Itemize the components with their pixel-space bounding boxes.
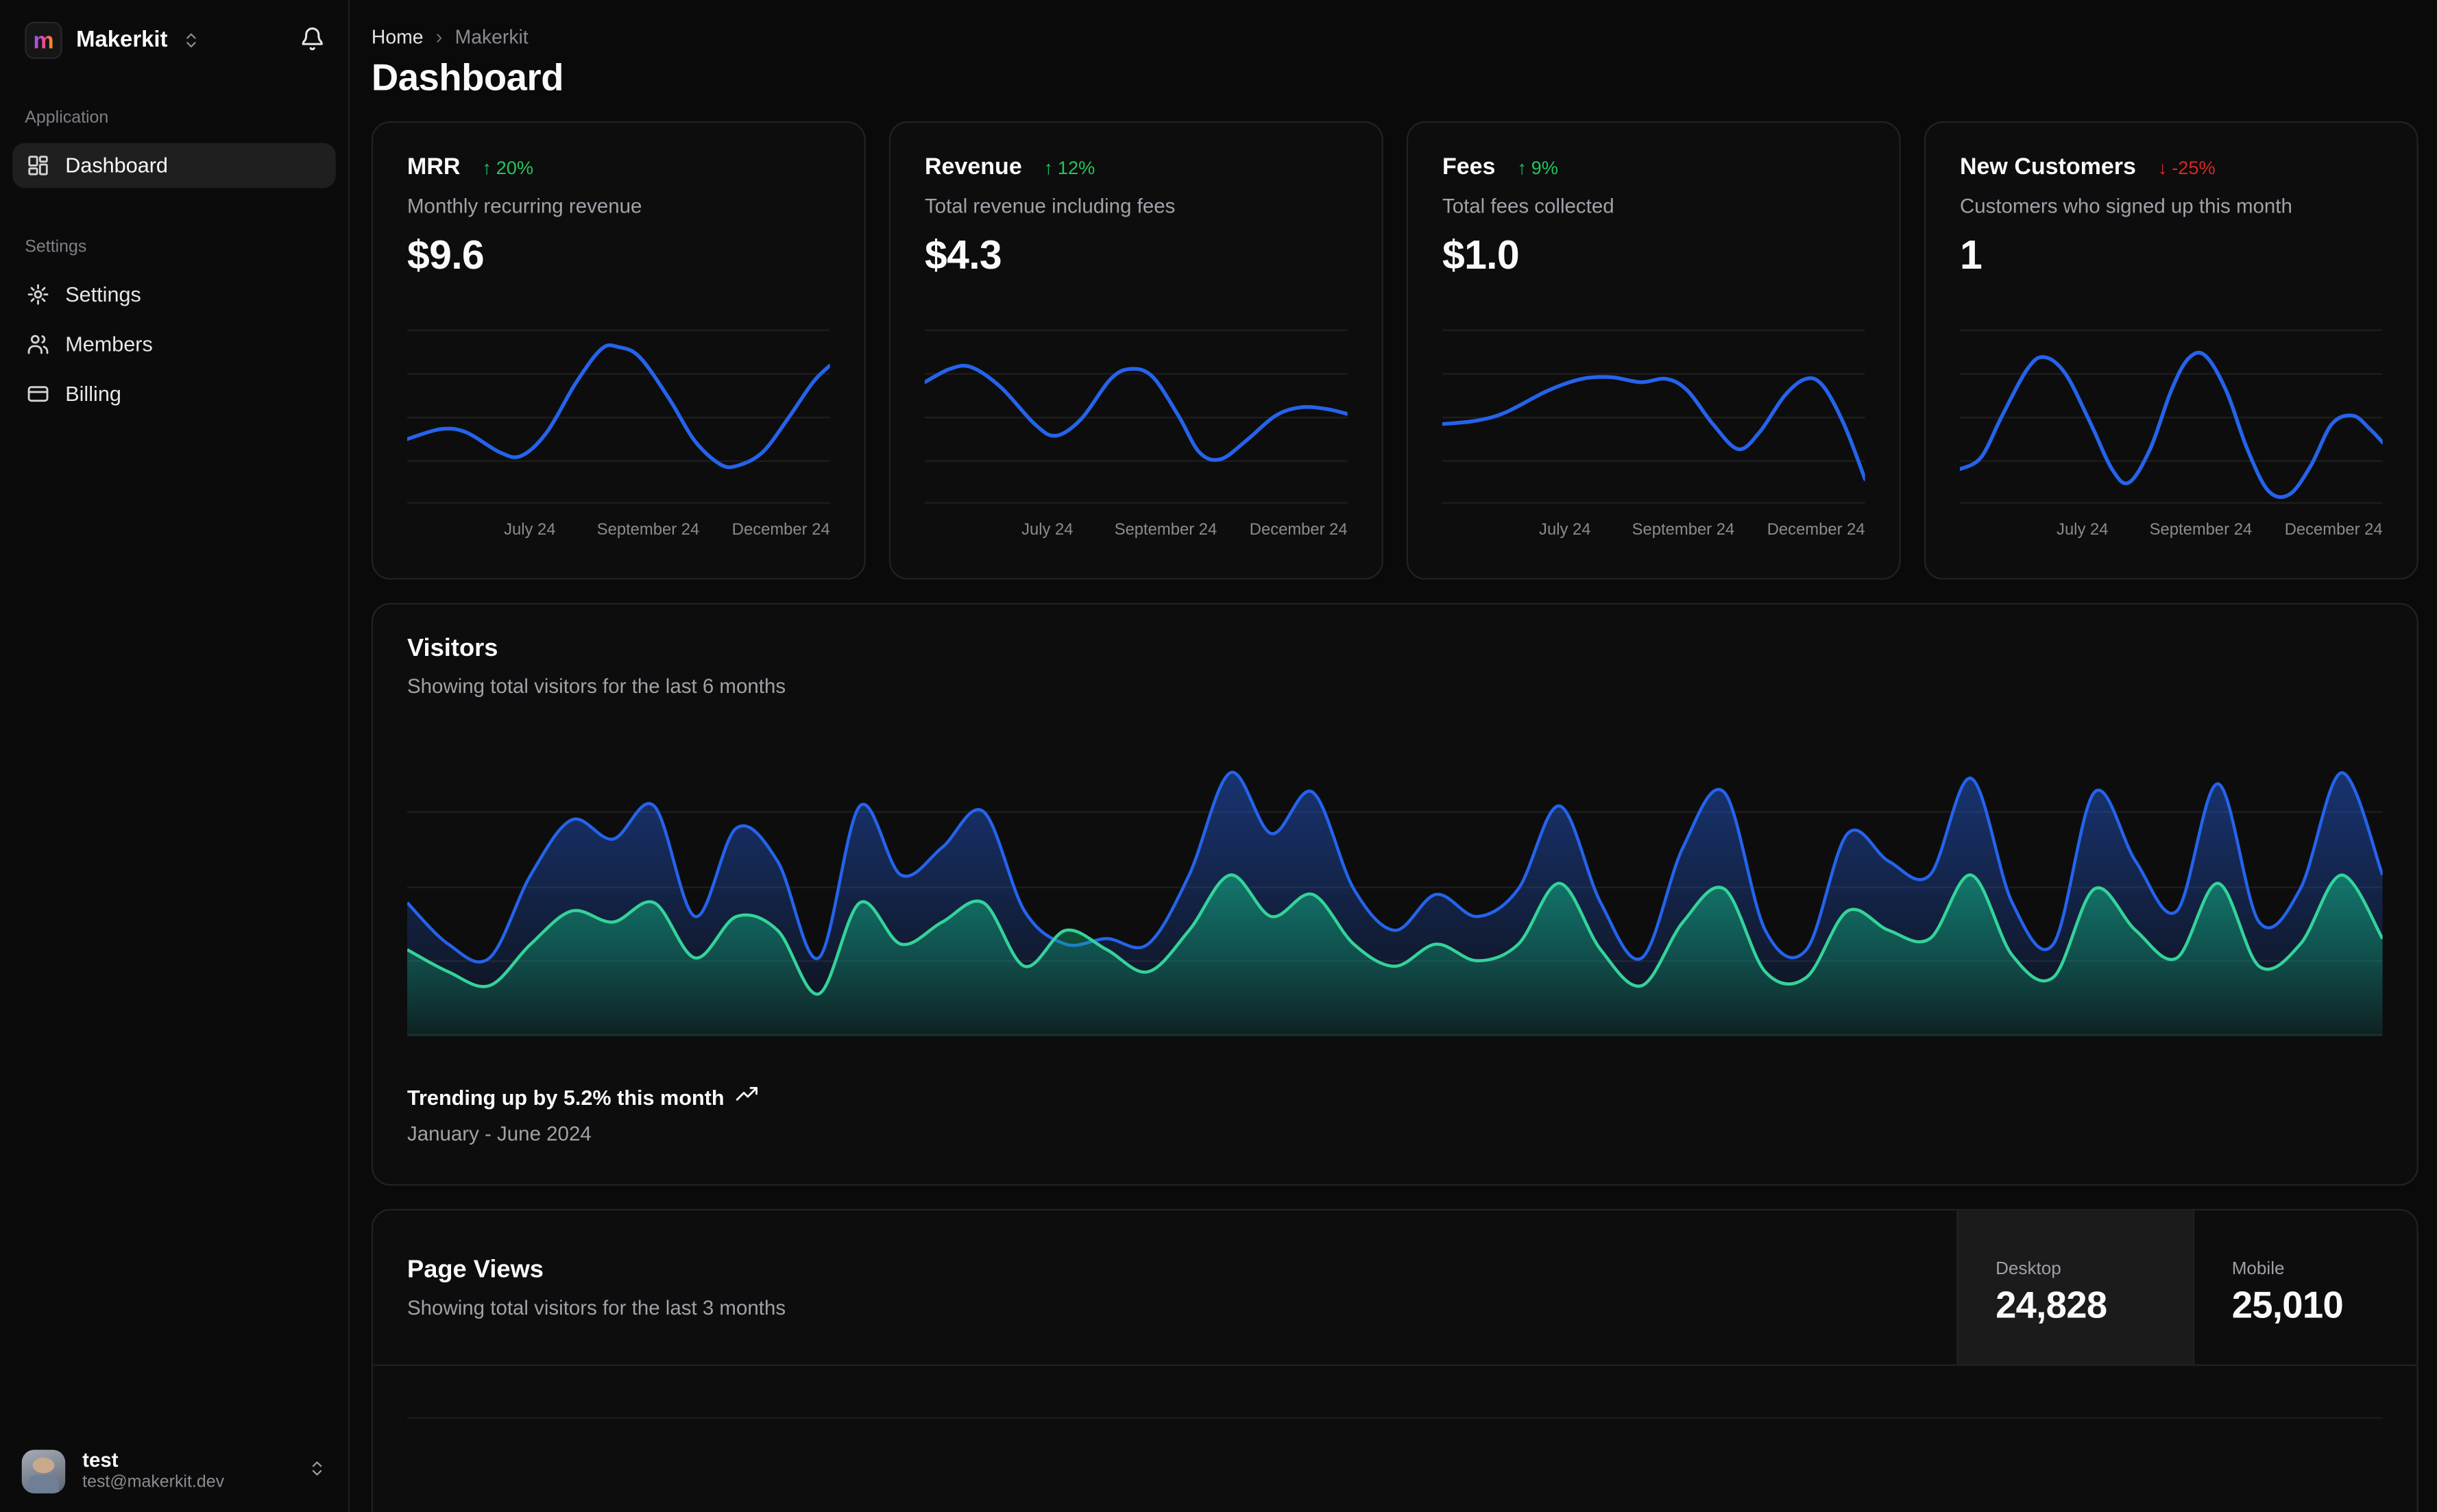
sparkline-chart: July 24 September 24 December 24 xyxy=(1442,325,1865,541)
page-views-title: Page Views xyxy=(407,1257,786,1285)
sparkline-chart: July 24 September 24 December 24 xyxy=(407,325,830,541)
sidebar-item-settings[interactable]: Settings xyxy=(12,272,336,317)
stat-value: $1.0 xyxy=(1442,232,1865,280)
workspace-name: Makerkit xyxy=(76,28,167,53)
page-views-card: Page Views Showing total visitors for th… xyxy=(372,1209,2418,1512)
stat-subtitle: Total revenue including fees xyxy=(925,194,1348,217)
workspace-selector[interactable]: m Makerkit xyxy=(0,0,348,59)
sidebar-nav-application: Dashboard xyxy=(0,143,348,188)
toggle-mobile[interactable]: Mobile 25,010 xyxy=(2193,1210,2416,1364)
sidebar-nav-settings: Settings Members Billing xyxy=(0,272,348,417)
sparkline-x-axis: July 24 September 24 December 24 xyxy=(925,521,1348,541)
chevrons-up-down-icon xyxy=(182,31,200,49)
stat-card-mrr: MRR ↑20% Monthly recurring revenue $9.6 … xyxy=(372,121,866,580)
trend-badge: ↑20% xyxy=(482,156,533,178)
stat-value: 1 xyxy=(1960,232,2383,280)
trend-badge: ↓-25% xyxy=(2158,156,2216,178)
stat-card-fees: Fees ↑9% Total fees collected $1.0 July … xyxy=(1407,121,1901,580)
toggle-value: 24,828 xyxy=(1996,1285,2193,1328)
sidebar-item-members[interactable]: Members xyxy=(12,321,336,367)
stat-card-new-customers: New Customers ↓-25% Customers who signed… xyxy=(1924,121,2418,580)
stat-cards-row: MRR ↑20% Monthly recurring revenue $9.6 … xyxy=(372,121,2418,580)
breadcrumb-home-link[interactable]: Home xyxy=(372,25,424,47)
page-views-series-toggles: Desktop 24,828 Mobile 25,010 xyxy=(1956,1210,2416,1364)
stat-subtitle: Monthly recurring revenue xyxy=(407,194,830,217)
page-views-subtitle: Showing total visitors for the last 3 mo… xyxy=(407,1296,786,1319)
trending-up-icon xyxy=(735,1083,758,1111)
stat-subtitle: Total fees collected xyxy=(1442,194,1865,217)
toggle-desktop[interactable]: Desktop 24,828 xyxy=(1956,1210,2193,1364)
sparkline-chart: July 24 September 24 December 24 xyxy=(925,325,1348,541)
stat-value: $9.6 xyxy=(407,232,830,280)
sidebar-item-label: Dashboard xyxy=(65,154,168,177)
stat-title: Fees xyxy=(1442,154,1496,180)
section-label-application: Application xyxy=(0,109,348,127)
arrow-up-icon: ↑ xyxy=(482,156,492,178)
breadcrumb-current: Makerkit xyxy=(455,25,529,47)
chevron-right-icon: › xyxy=(436,25,443,48)
makerkit-logo: m xyxy=(25,22,62,59)
arrow-down-icon: ↓ xyxy=(2158,156,2168,178)
sidebar-item-label: Billing xyxy=(65,382,121,406)
user-email: test@makerkit.dev xyxy=(82,1474,224,1495)
stat-card-revenue: Revenue ↑12% Total revenue including fee… xyxy=(889,121,1383,580)
arrow-up-icon: ↑ xyxy=(1517,156,1527,178)
toggle-label: Mobile xyxy=(2232,1260,2417,1279)
stat-subtitle: Customers who signed up this month xyxy=(1960,194,2383,217)
visitors-footer: Trending up by 5.2% this month January -… xyxy=(407,1083,2383,1145)
page-views-header: Page Views Showing total visitors for th… xyxy=(373,1210,2416,1366)
trend-badge: ↑9% xyxy=(1517,156,1558,178)
main-content: Home › Makerkit Dashboard MRR ↑20% Month… xyxy=(350,0,2437,1512)
stat-title: MRR xyxy=(407,154,460,180)
stat-value: $4.3 xyxy=(925,232,1348,280)
toggle-label: Desktop xyxy=(1996,1260,2193,1279)
notifications-bell-icon[interactable] xyxy=(300,27,325,60)
sparkline-x-axis: July 24 September 24 December 24 xyxy=(1442,521,1865,541)
sparkline-x-axis: July 24 September 24 December 24 xyxy=(1960,521,2383,541)
page-views-bar-chart xyxy=(407,1366,2383,1512)
sparkline-x-axis: July 24 September 24 December 24 xyxy=(407,521,830,541)
trend-badge: ↑12% xyxy=(1043,156,1095,178)
chevrons-up-down-icon xyxy=(308,1458,326,1486)
credit-card-icon xyxy=(27,382,50,406)
stat-title: Revenue xyxy=(925,154,1022,180)
visitors-subtitle: Showing total visitors for the last 6 mo… xyxy=(407,674,2383,698)
sparkline-chart: July 24 September 24 December 24 xyxy=(1960,325,2383,541)
toggle-value: 25,010 xyxy=(2232,1285,2417,1328)
visitors-title: Visitors xyxy=(407,635,2383,663)
users-icon xyxy=(27,332,50,356)
breadcrumb: Home › Makerkit xyxy=(372,25,2418,48)
user-name: test xyxy=(82,1448,224,1474)
gear-icon xyxy=(27,283,50,306)
sidebar-item-dashboard[interactable]: Dashboard xyxy=(12,143,336,188)
stat-title: New Customers xyxy=(1960,154,2136,180)
sidebar-item-label: Settings xyxy=(65,283,141,306)
app-root: m Makerkit Application Dashboard Setting… xyxy=(0,0,2437,1512)
arrow-up-icon: ↑ xyxy=(1043,156,1053,178)
sidebar-item-billing[interactable]: Billing xyxy=(12,371,336,417)
visitors-trend-text: Trending up by 5.2% this month xyxy=(407,1086,725,1109)
sidebar-item-label: Members xyxy=(65,332,153,356)
section-label-settings: Settings xyxy=(0,238,348,256)
user-avatar xyxy=(22,1450,65,1493)
user-menu[interactable]: test test@makerkit.dev xyxy=(0,1431,348,1512)
sidebar: m Makerkit Application Dashboard Setting… xyxy=(0,0,350,1512)
page-title: Dashboard xyxy=(372,58,2418,101)
visitors-card: Visitors Showing total visitors for the … xyxy=(372,603,2418,1186)
dashboard-icon xyxy=(27,154,50,177)
visitors-area-chart xyxy=(407,738,2383,1036)
visitors-date-range: January - June 2024 xyxy=(407,1122,2383,1145)
